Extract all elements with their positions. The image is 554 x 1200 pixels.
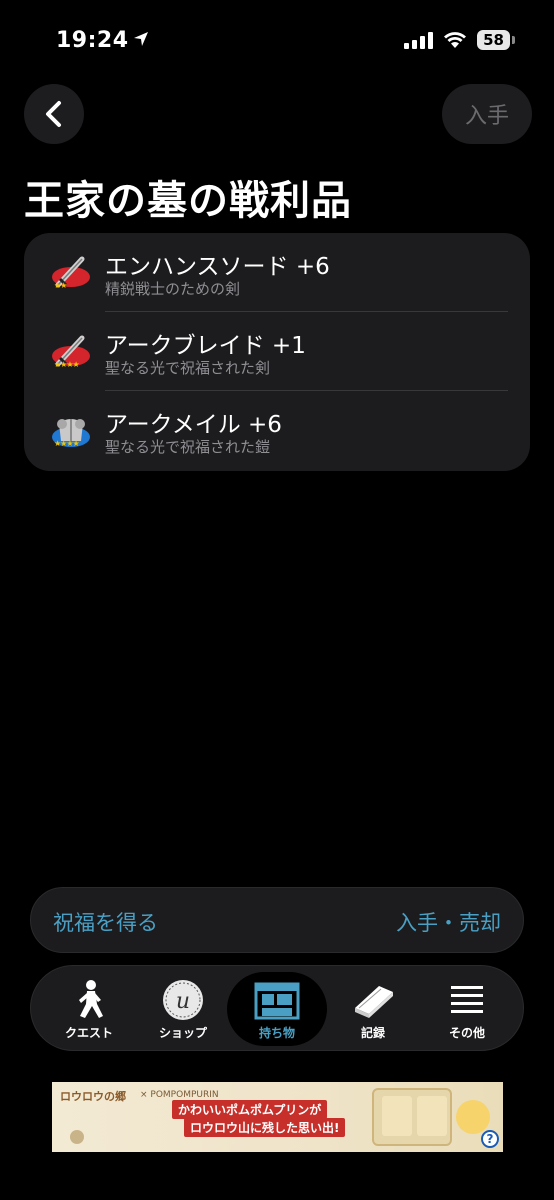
item-description: 聖なる光で祝福された鎧 bbox=[105, 438, 271, 456]
rarity-stars: ★★★★ bbox=[54, 439, 80, 448]
item-name: エンハンスソード +6 bbox=[105, 254, 330, 280]
tab-shop[interactable]: u ショップ bbox=[133, 972, 233, 1046]
storage-icon bbox=[254, 982, 300, 1020]
item-description: 聖なる光で祝福された剣 bbox=[105, 359, 271, 377]
page-title: 王家の墓の戦利品 bbox=[24, 178, 352, 224]
tab-label: ショップ bbox=[158, 1026, 207, 1040]
status-time: 19:24 bbox=[56, 28, 149, 53]
cellular-signal-icon bbox=[404, 31, 434, 49]
pompompurin-icon bbox=[456, 1100, 490, 1134]
chevron-left-icon bbox=[46, 101, 61, 127]
loot-list: ★★ エンハンスソード +6 精鋭戦士のための剣 ★★★★ アークブレイド +1… bbox=[24, 233, 530, 471]
book-icon bbox=[355, 986, 393, 1018]
ad-subheadline: ロウロウ山に残した思い出! bbox=[184, 1118, 346, 1137]
action-bar: 祝福を得る 入手・売却 bbox=[30, 887, 524, 953]
running-figure-icon bbox=[79, 980, 103, 1018]
tab-inventory[interactable]: 持ち物 bbox=[227, 972, 327, 1046]
tab-records[interactable]: 記録 bbox=[323, 972, 423, 1046]
ad-help-icon[interactable]: ? bbox=[481, 1130, 499, 1148]
bless-button[interactable]: 祝福を得る bbox=[53, 907, 158, 937]
location-arrow-icon bbox=[133, 28, 149, 53]
tab-label: 持ち物 bbox=[258, 1026, 295, 1040]
list-item[interactable]: ★★ エンハンスソード +6 精鋭戦士のための剣 bbox=[24, 233, 530, 312]
tab-label: その他 bbox=[448, 1026, 485, 1040]
battery-indicator: 58 bbox=[477, 30, 515, 50]
item-name: アークブレイド +1 bbox=[105, 333, 306, 359]
item-name: アークメイル +6 bbox=[105, 412, 282, 438]
item-description: 精鋭戦士のための剣 bbox=[105, 280, 241, 298]
ad-character-icon bbox=[70, 1130, 84, 1144]
ad-banner[interactable]: ロウロウの郷 × POMPOMPURIN かわいいポムポムプリンが ロウロウ山に… bbox=[52, 1082, 503, 1152]
ad-headline: かわいいポムポムプリンが bbox=[172, 1100, 328, 1119]
ad-brand: × POMPOMPURIN bbox=[140, 1090, 219, 1100]
ad-panel-image bbox=[382, 1096, 412, 1136]
rarity-stars: ★★★★ bbox=[54, 360, 80, 369]
acquire-sell-button[interactable]: 入手・売却 bbox=[396, 907, 501, 937]
tab-more[interactable]: その他 bbox=[417, 972, 517, 1046]
list-item[interactable]: ★★★★ アークメイル +6 聖なる光で祝福された鎧 bbox=[24, 391, 530, 470]
rarity-stars: ★★ bbox=[54, 281, 67, 290]
tab-quest[interactable]: クエスト bbox=[39, 972, 139, 1046]
ad-logo: ロウロウの郷 bbox=[60, 1090, 126, 1103]
svg-text:u: u bbox=[176, 989, 190, 1014]
ad-panel-image bbox=[417, 1096, 447, 1136]
back-button[interactable] bbox=[24, 84, 84, 144]
wifi-icon bbox=[444, 32, 467, 48]
tab-label: 記録 bbox=[360, 1026, 385, 1040]
tab-bar: クエスト u ショップ 持ち物 記録 その他 bbox=[30, 965, 524, 1051]
list-item[interactable]: ★★★★ アークブレイド +1 聖なる光で祝福された剣 bbox=[24, 312, 530, 391]
acquire-button[interactable]: 入手 bbox=[442, 84, 532, 144]
tab-label: クエスト bbox=[64, 1026, 113, 1040]
menu-icon bbox=[451, 986, 483, 1013]
coin-icon: u bbox=[163, 980, 203, 1020]
